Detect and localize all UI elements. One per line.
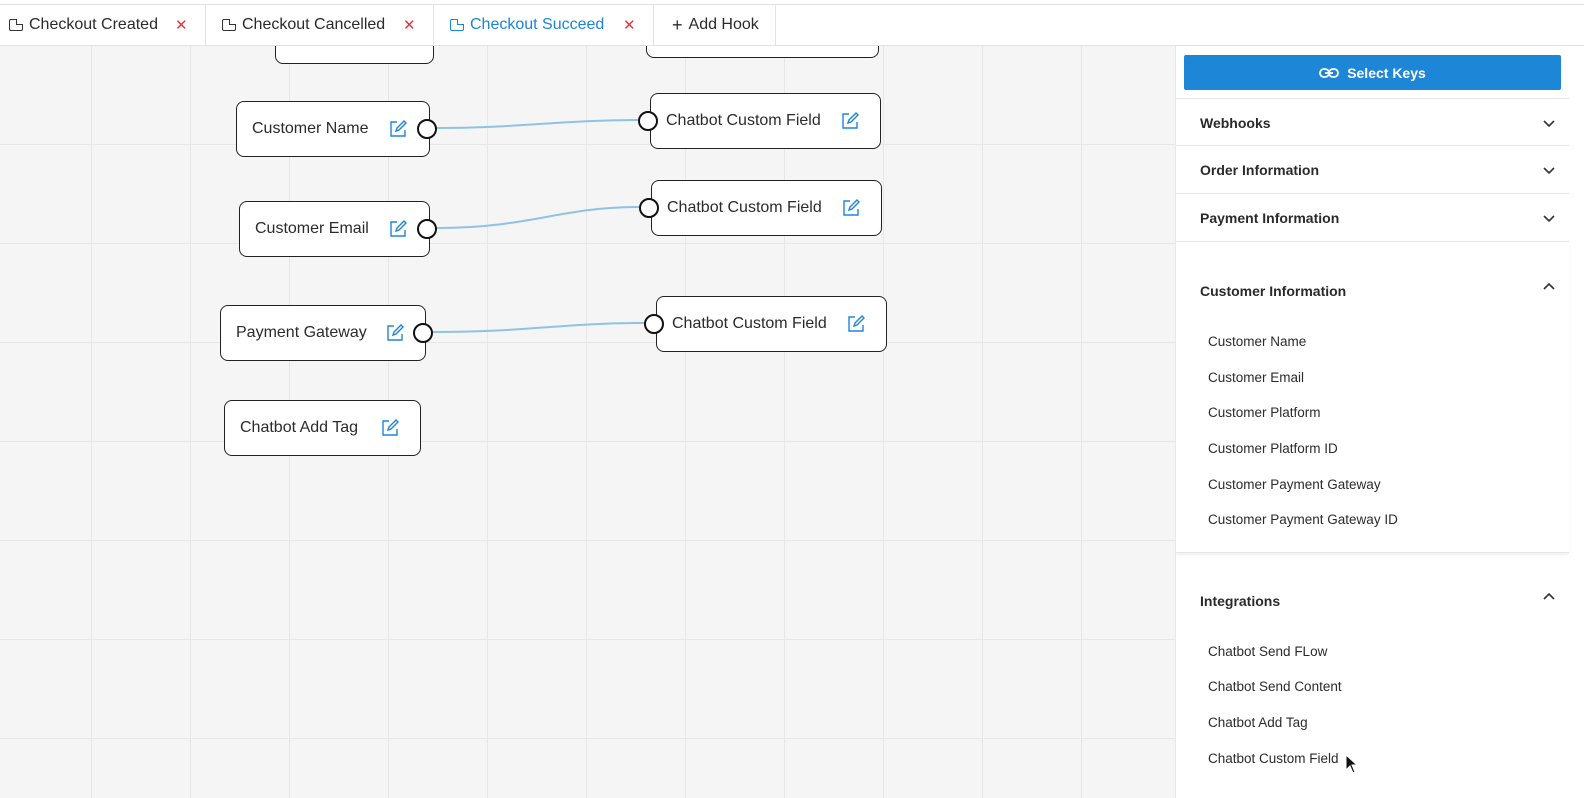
connection-wires bbox=[432, 119, 645, 333]
connection-wire bbox=[436, 119, 639, 129]
close-icon[interactable]: ✕ bbox=[175, 16, 188, 34]
tab-label: Checkout Succeed bbox=[470, 16, 605, 33]
link-icon bbox=[1319, 67, 1340, 78]
source-node-customer-name[interactable]: Customer Name bbox=[236, 101, 430, 157]
key-item[interactable]: Chatbot Send Content bbox=[1208, 679, 1342, 694]
edit-icon[interactable] bbox=[389, 120, 407, 138]
node-label: Customer Email bbox=[255, 220, 369, 237]
hook-tab-bar: Checkout Created ✕ Checkout Cancelled ✕ … bbox=[0, 4, 1584, 46]
add-hook-button[interactable]: + Add Hook bbox=[654, 5, 776, 45]
edit-icon[interactable] bbox=[386, 324, 404, 342]
key-item[interactable]: Customer Email bbox=[1208, 370, 1304, 385]
tab-checkout-created[interactable]: Checkout Created ✕ bbox=[0, 5, 206, 45]
key-item[interactable]: Customer Payment Gateway bbox=[1208, 477, 1381, 492]
input-port[interactable] bbox=[644, 314, 664, 334]
output-port[interactable] bbox=[417, 119, 437, 139]
window-icon bbox=[9, 19, 23, 31]
connection-wire bbox=[432, 322, 645, 333]
target-node-chatbot-custom-field[interactable]: Chatbot Custom Field bbox=[651, 180, 882, 236]
canvas-node-partial[interactable] bbox=[275, 46, 434, 64]
key-item[interactable]: Customer Name bbox=[1208, 334, 1306, 349]
edit-icon[interactable] bbox=[389, 220, 407, 238]
accordion-title: Webhooks bbox=[1200, 115, 1271, 131]
connection-wire bbox=[436, 206, 640, 229]
key-item[interactable]: Customer Platform bbox=[1208, 405, 1321, 420]
key-item[interactable]: Chatbot Custom Field bbox=[1208, 751, 1339, 766]
chevron-up-icon bbox=[1543, 592, 1555, 600]
chevron-down-icon bbox=[1543, 215, 1555, 223]
accordion-order-information[interactable]: Order Information bbox=[1176, 146, 1569, 194]
add-hook-label: Add Hook bbox=[688, 16, 759, 33]
node-label: Customer Name bbox=[252, 120, 369, 137]
accordion-integrations[interactable]: Integrations bbox=[1176, 577, 1569, 625]
target-node-chatbot-custom-field[interactable]: Chatbot Custom Field bbox=[650, 93, 881, 149]
tab-label: Checkout Created bbox=[29, 16, 158, 33]
source-node-payment-gateway[interactable]: Payment Gateway bbox=[220, 305, 426, 361]
accordion-title: Customer Information bbox=[1200, 283, 1347, 299]
accordion-title: Order Information bbox=[1200, 162, 1320, 178]
edit-icon[interactable] bbox=[842, 199, 860, 217]
input-port[interactable] bbox=[638, 111, 658, 131]
key-item[interactable]: Customer Platform ID bbox=[1208, 441, 1338, 456]
input-port[interactable] bbox=[639, 198, 659, 218]
tab-checkout-succeed[interactable]: Checkout Succeed ✕ bbox=[434, 5, 654, 45]
key-item[interactable]: Chatbot Send FLow bbox=[1208, 644, 1327, 659]
chevron-down-icon bbox=[1543, 167, 1555, 175]
plus-icon: + bbox=[672, 15, 683, 35]
edit-icon[interactable] bbox=[381, 419, 399, 437]
flow-canvas[interactable]: Customer Name Customer Email Payment Gat… bbox=[0, 46, 1175, 798]
tab-label: Checkout Cancelled bbox=[242, 16, 386, 33]
window-icon bbox=[222, 19, 236, 31]
accordion-webhooks[interactable]: Webhooks bbox=[1176, 98, 1569, 146]
key-item[interactable]: Chatbot Add Tag bbox=[1208, 715, 1308, 730]
canvas-node-partial[interactable] bbox=[646, 46, 879, 58]
source-node-customer-email[interactable]: Customer Email bbox=[239, 201, 430, 257]
accordion-title: Integrations bbox=[1200, 593, 1281, 609]
target-node-chatbot-custom-field[interactable]: Chatbot Custom Field bbox=[656, 296, 887, 352]
mouse-cursor-icon bbox=[1345, 754, 1359, 774]
edit-icon[interactable] bbox=[847, 315, 865, 333]
chevron-down-icon bbox=[1543, 120, 1555, 128]
window-icon bbox=[450, 19, 464, 31]
tab-checkout-cancelled[interactable]: Checkout Cancelled ✕ bbox=[206, 5, 434, 45]
select-keys-button[interactable]: Select Keys bbox=[1184, 55, 1561, 90]
node-label: Chatbot Add Tag bbox=[240, 419, 359, 436]
keys-sidebar: Select Keys Webhooks Order Information P… bbox=[1175, 46, 1584, 798]
accordion-title: Payment Information bbox=[1200, 210, 1340, 226]
accordion-payment-information[interactable]: Payment Information bbox=[1176, 194, 1569, 242]
output-port[interactable] bbox=[417, 219, 437, 239]
chevron-up-icon bbox=[1543, 282, 1555, 290]
output-port[interactable] bbox=[413, 323, 433, 343]
node-label: Chatbot Custom Field bbox=[666, 112, 821, 129]
accordion-customer-information[interactable]: Customer Information bbox=[1176, 267, 1569, 315]
edit-icon[interactable] bbox=[841, 112, 859, 130]
node-label: Payment Gateway bbox=[236, 324, 367, 341]
node-label: Chatbot Custom Field bbox=[667, 199, 822, 216]
source-node-chatbot-add-tag[interactable]: Chatbot Add Tag bbox=[224, 400, 421, 456]
node-label: Chatbot Custom Field bbox=[672, 315, 827, 332]
close-icon[interactable]: ✕ bbox=[403, 16, 416, 34]
key-item[interactable]: Customer Payment Gateway ID bbox=[1208, 512, 1398, 527]
select-keys-label: Select Keys bbox=[1347, 64, 1426, 81]
close-icon[interactable]: ✕ bbox=[623, 16, 636, 34]
